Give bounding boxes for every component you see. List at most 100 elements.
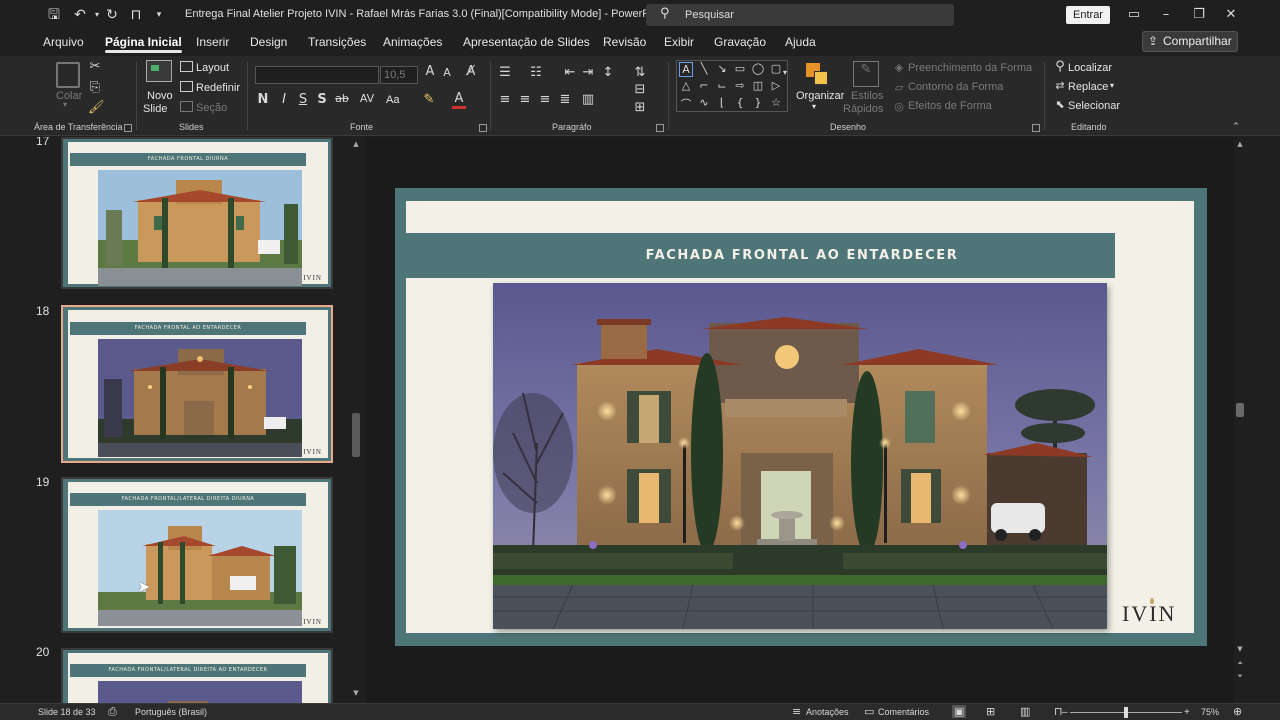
callout-shape-icon[interactable]: ◫	[751, 79, 765, 92]
font-family-combo[interactable]	[255, 66, 379, 84]
underline-icon[interactable]: S	[297, 92, 309, 107]
tab-gravacao[interactable]: Gravação	[714, 35, 766, 49]
search-input[interactable]: ⚲ Pesquisar	[646, 4, 954, 26]
paste-dropdown-icon[interactable]: ▾	[63, 100, 67, 109]
left-brace-shape-icon[interactable]: {	[733, 96, 747, 109]
quick-styles-label-2[interactable]: Rápidos	[843, 103, 883, 115]
shape-effects-button[interactable]: Efeitos de Forma	[908, 100, 992, 112]
chevron-shape-icon[interactable]: ▷	[769, 79, 783, 92]
textbox-shape-icon[interactable]: A	[679, 62, 693, 77]
next-slide-icon[interactable]: ⏷	[1235, 672, 1245, 681]
text-direction-icon[interactable]: ⇅	[632, 65, 648, 80]
align-right-icon[interactable]: ≡	[537, 92, 553, 107]
decrease-font-icon[interactable]: A	[440, 66, 454, 79]
line-spacing-icon[interactable]: ↕	[600, 65, 616, 80]
highlight-icon[interactable]: ✎	[422, 92, 436, 107]
tab-exibir[interactable]: Exibir	[664, 35, 694, 49]
italic-icon[interactable]: I	[278, 92, 290, 107]
zoom-out-icon[interactable]: –	[1062, 707, 1068, 718]
sign-in-button[interactable]: Entrar	[1066, 6, 1110, 24]
tab-ajuda[interactable]: Ajuda	[785, 35, 816, 49]
slide-thumbnail-17[interactable]: FACHADA FRONTAL DIURNA IVIN	[61, 137, 333, 289]
quick-styles-icon[interactable]: ✎	[853, 61, 879, 87]
align-center-icon[interactable]: ≡	[517, 92, 533, 107]
shadow-icon[interactable]: S	[316, 92, 328, 107]
font-size-combo[interactable]: 10,5	[380, 66, 418, 84]
close-icon[interactable]: ✕	[1221, 5, 1241, 25]
oval-shape-icon[interactable]: ◯	[751, 62, 765, 75]
rectangle-shape-icon[interactable]: ▭	[733, 62, 747, 75]
accessibility-icon[interactable]: ⎙	[108, 705, 117, 719]
justify-icon[interactable]: ≣	[557, 92, 573, 107]
arrow-shape-icon[interactable]: ↘	[715, 62, 729, 75]
slide-thumbnail-20[interactable]: FACHADA FRONTAL/LATERAL DIREITA AO ENTAR…	[61, 648, 333, 703]
share-button[interactable]: ⇪ Compartilhar	[1142, 31, 1238, 52]
slide-thumbnail-18[interactable]: FACHADA FRONTAL AO ENTARDECER IVIN	[61, 305, 333, 463]
undo-icon[interactable]: ↶	[71, 6, 89, 24]
shapes-gallery[interactable]: A ╲ ↘ ▭ ◯ ▢ △ ⌐ ⌙ ⇨ ◫ ▷ ⌒ ∿ ⌊ { } ☆	[676, 60, 788, 112]
restore-icon[interactable]: ❐	[1189, 5, 1209, 25]
arrange-icon[interactable]	[804, 61, 830, 89]
right-brace-shape-icon[interactable]: }	[751, 96, 765, 109]
tab-transicoes[interactable]: Transições	[308, 35, 366, 49]
replace-dropdown-icon[interactable]: ▾	[1110, 81, 1114, 90]
scroll-up-icon[interactable]: ▲	[351, 140, 361, 148]
slide-title[interactable]: FACHADA FRONTAL AO ENTARDECER	[406, 248, 1198, 263]
shapes-more-icon[interactable]: ▾	[780, 68, 790, 77]
scroll-down-icon[interactable]: ▼	[351, 689, 361, 697]
notes-button[interactable]: Anotações	[806, 707, 849, 717]
increase-font-icon[interactable]: A	[422, 64, 438, 79]
find-button[interactable]: Localizar	[1068, 62, 1112, 74]
numbering-icon[interactable]: ☷	[528, 65, 544, 80]
triangle-shape-icon[interactable]: △	[679, 79, 693, 92]
arc-shape-icon[interactable]: ⌒	[679, 96, 693, 112]
copy-icon[interactable]: ⎘	[88, 80, 102, 95]
elbow-arrow-icon[interactable]: ⌙	[715, 79, 729, 92]
align-left-icon[interactable]: ≡	[497, 92, 513, 107]
star-shape-icon[interactable]: ☆	[769, 96, 783, 109]
scrollbar-thumb[interactable]	[1236, 403, 1244, 417]
new-slide-label-1[interactable]: Novo	[147, 90, 173, 102]
replace-button[interactable]: Replace	[1068, 81, 1108, 93]
bracket-shape-icon[interactable]: ⌊	[715, 96, 729, 109]
curve-shape-icon[interactable]: ∿	[697, 96, 711, 109]
clear-format-icon[interactable]: A̸	[464, 64, 478, 79]
facade-render-image[interactable]	[493, 283, 1107, 629]
zoom-level[interactable]: 75%	[1201, 707, 1219, 717]
elbow-connector-icon[interactable]: ⌐	[697, 79, 711, 92]
tab-animacoes[interactable]: Animações	[383, 35, 442, 49]
format-painter-icon[interactable]: 🖌	[88, 100, 105, 115]
paragraph-launcher-icon[interactable]	[656, 124, 664, 132]
smartart-icon[interactable]: ⊞	[632, 100, 648, 115]
new-slide-label-2[interactable]: Slide	[143, 103, 167, 115]
tab-design[interactable]: Design	[250, 35, 287, 49]
quick-styles-label-1[interactable]: Estilos	[851, 90, 883, 102]
redo-icon[interactable]: ↻	[103, 6, 121, 24]
slide-sorter-icon[interactable]: ⊞	[986, 705, 995, 718]
zoom-in-icon[interactable]: +	[1184, 707, 1190, 718]
scroll-down-icon[interactable]: ▼	[1235, 645, 1245, 653]
select-button[interactable]: Selecionar	[1068, 100, 1120, 112]
section-button[interactable]: Seção	[196, 102, 227, 114]
ribbon-display-icon[interactable]: ▭	[1124, 5, 1144, 25]
tab-pagina-inicial[interactable]: Página Inicial	[105, 35, 182, 53]
zoom-slider-handle[interactable]	[1124, 707, 1128, 718]
slide-thumbnail-19[interactable]: FACHADA FRONTAL/LATERAL DIREITA DIURNA I…	[61, 477, 333, 633]
bold-icon[interactable]: N	[257, 92, 269, 107]
thumbnail-scrollbar[interactable]: ▲ ▼	[350, 137, 362, 703]
tab-revisao[interactable]: Revisão	[603, 35, 646, 49]
layout-button[interactable]: Layout	[196, 62, 229, 74]
arrange-button[interactable]: Organizar	[796, 90, 844, 102]
change-case-button[interactable]: Aa	[386, 94, 399, 106]
decrease-indent-icon[interactable]: ⇤	[562, 65, 578, 80]
collapse-ribbon-icon[interactable]: ⌃	[1230, 122, 1242, 132]
cut-icon[interactable]: ✂	[88, 59, 102, 74]
previous-slide-icon[interactable]: ⏶	[1235, 659, 1245, 668]
editor-scrollbar[interactable]: ▲ ▼ ⏶ ⏷	[1234, 137, 1246, 703]
shape-fill-button[interactable]: Preenchimento da Forma	[908, 62, 1032, 74]
scrollbar-thumb[interactable]	[352, 413, 360, 457]
present-from-beginning-icon[interactable]: ⊓	[127, 6, 145, 24]
increase-indent-icon[interactable]: ⇥	[580, 65, 596, 80]
char-spacing-icon[interactable]: AV	[358, 92, 376, 105]
font-color-icon[interactable]: A	[452, 92, 466, 109]
